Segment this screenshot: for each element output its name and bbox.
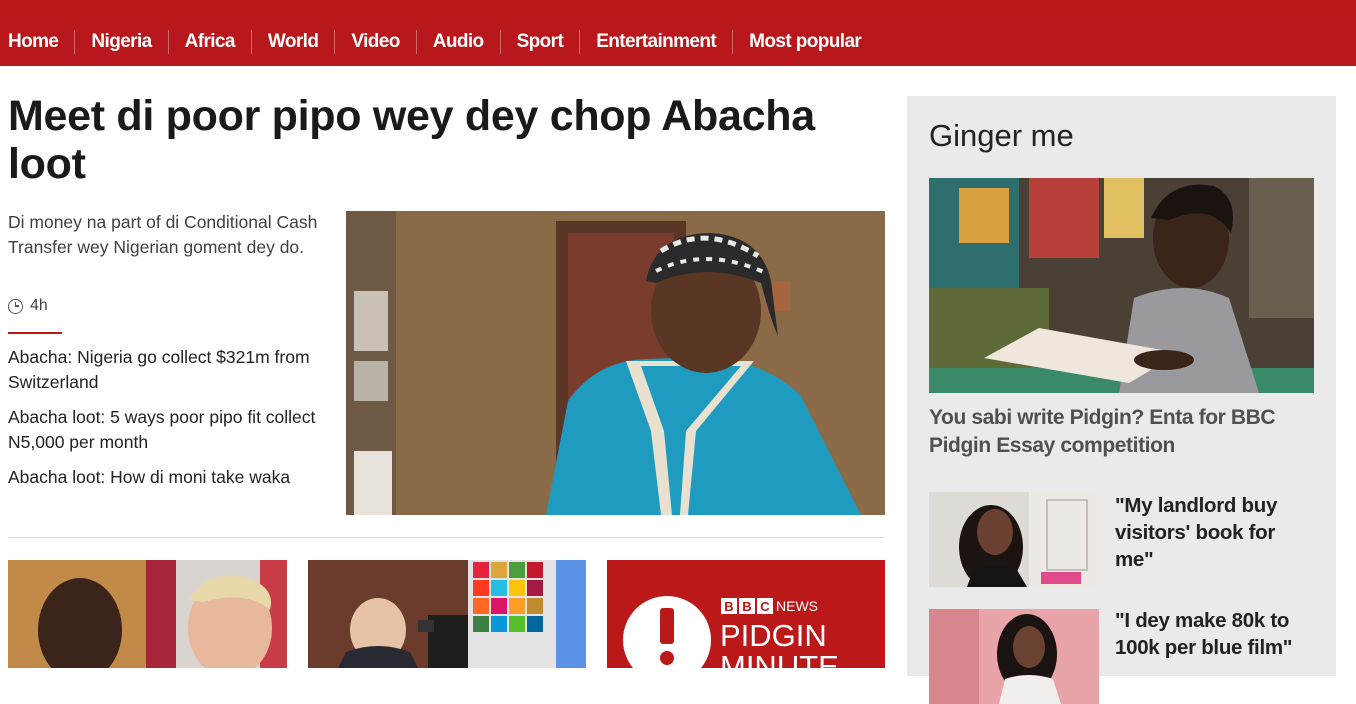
related-link[interactable]: Abacha: Nigeria go collect $321m from Sw… (8, 345, 333, 395)
article-main-image[interactable] (346, 211, 885, 515)
nav-home[interactable]: Home (8, 31, 59, 53)
story-link-landlord[interactable]: "My landlord buy visitors' book for me" (1115, 492, 1305, 573)
related-link[interactable]: Abacha loot: How di moni take waka (8, 465, 333, 490)
nav-divider (415, 30, 417, 54)
promo-line-2: MINUTE (720, 649, 839, 668)
nav-divider (732, 30, 734, 54)
nav-video[interactable]: Video (351, 31, 400, 53)
story-thumbnail-blue-film[interactable] (929, 609, 1099, 704)
main-navigation: Home Nigeria Africa World Video Audio Sp… (0, 18, 1356, 66)
two-leaders-image (8, 560, 287, 668)
nav-divider (250, 30, 252, 54)
nav-africa[interactable]: Africa (185, 31, 236, 53)
nav-entertainment[interactable]: Entertainment (596, 31, 717, 53)
related-divider (8, 332, 62, 334)
masthead-strip (0, 0, 1356, 18)
ginger-me-sidebar: Ginger me You sabi write Pidgin? Enta fo… (907, 96, 1336, 704)
svg-text:B: B (742, 599, 751, 614)
nav-nigeria[interactable]: Nigeria (91, 31, 152, 53)
nav-most-popular[interactable]: Most popular (749, 31, 862, 53)
sidebar-title: Ginger me (929, 118, 1074, 153)
nav-divider (334, 30, 336, 54)
pidgin-minute-graphic: B B C NEWS PIDGIN MINUTE (607, 560, 885, 668)
section-divider (8, 537, 885, 538)
story-thumbnail-landlord[interactable] (929, 492, 1099, 587)
article-summary[interactable]: Di money na part of di Conditional Cash … (8, 210, 328, 260)
nav-audio[interactable]: Audio (433, 31, 484, 53)
nav-divider (499, 30, 501, 54)
story-link-blue-film[interactable]: "I dey make 80k to 100k per blue film" (1115, 607, 1305, 661)
nav-world[interactable]: World (268, 31, 319, 53)
article-timestamp: 4h (8, 297, 48, 315)
nav-divider (74, 30, 76, 54)
sidebar-feature-link[interactable]: You sabi write Pidgin? Enta for BBC Pidg… (929, 404, 1314, 460)
woman-portrait-thumb (929, 492, 1099, 587)
related-link[interactable]: Abacha loot: 5 ways poor pipo fit collec… (8, 405, 333, 455)
woman-portrait-image (346, 211, 885, 515)
girl-writing-image (929, 178, 1314, 393)
woman-pink-background-thumb (929, 609, 1099, 704)
nav-divider (579, 30, 581, 54)
story-thumbnail-speaker[interactable] (308, 560, 586, 668)
article-headline[interactable]: Meet di poor pipo wey dey chop Abacha lo… (8, 92, 868, 188)
svg-text:C: C (760, 599, 770, 614)
promo-line-1: PIDGIN (720, 618, 827, 653)
nav-sport[interactable]: Sport (517, 31, 564, 53)
story-thumbnail-leaders[interactable] (8, 560, 287, 668)
svg-text:B: B (724, 599, 733, 614)
nav-divider (167, 30, 169, 54)
sidebar-feature-image[interactable] (929, 178, 1314, 393)
pidgin-minute-promo[interactable]: B B C NEWS PIDGIN MINUTE (607, 560, 885, 668)
clock-icon (8, 298, 23, 314)
speaker-podium-image (308, 560, 586, 668)
news-label: NEWS (776, 598, 818, 614)
related-links: Abacha: Nigeria go collect $321m from Sw… (8, 345, 333, 500)
timestamp-text: 4h (30, 297, 48, 314)
